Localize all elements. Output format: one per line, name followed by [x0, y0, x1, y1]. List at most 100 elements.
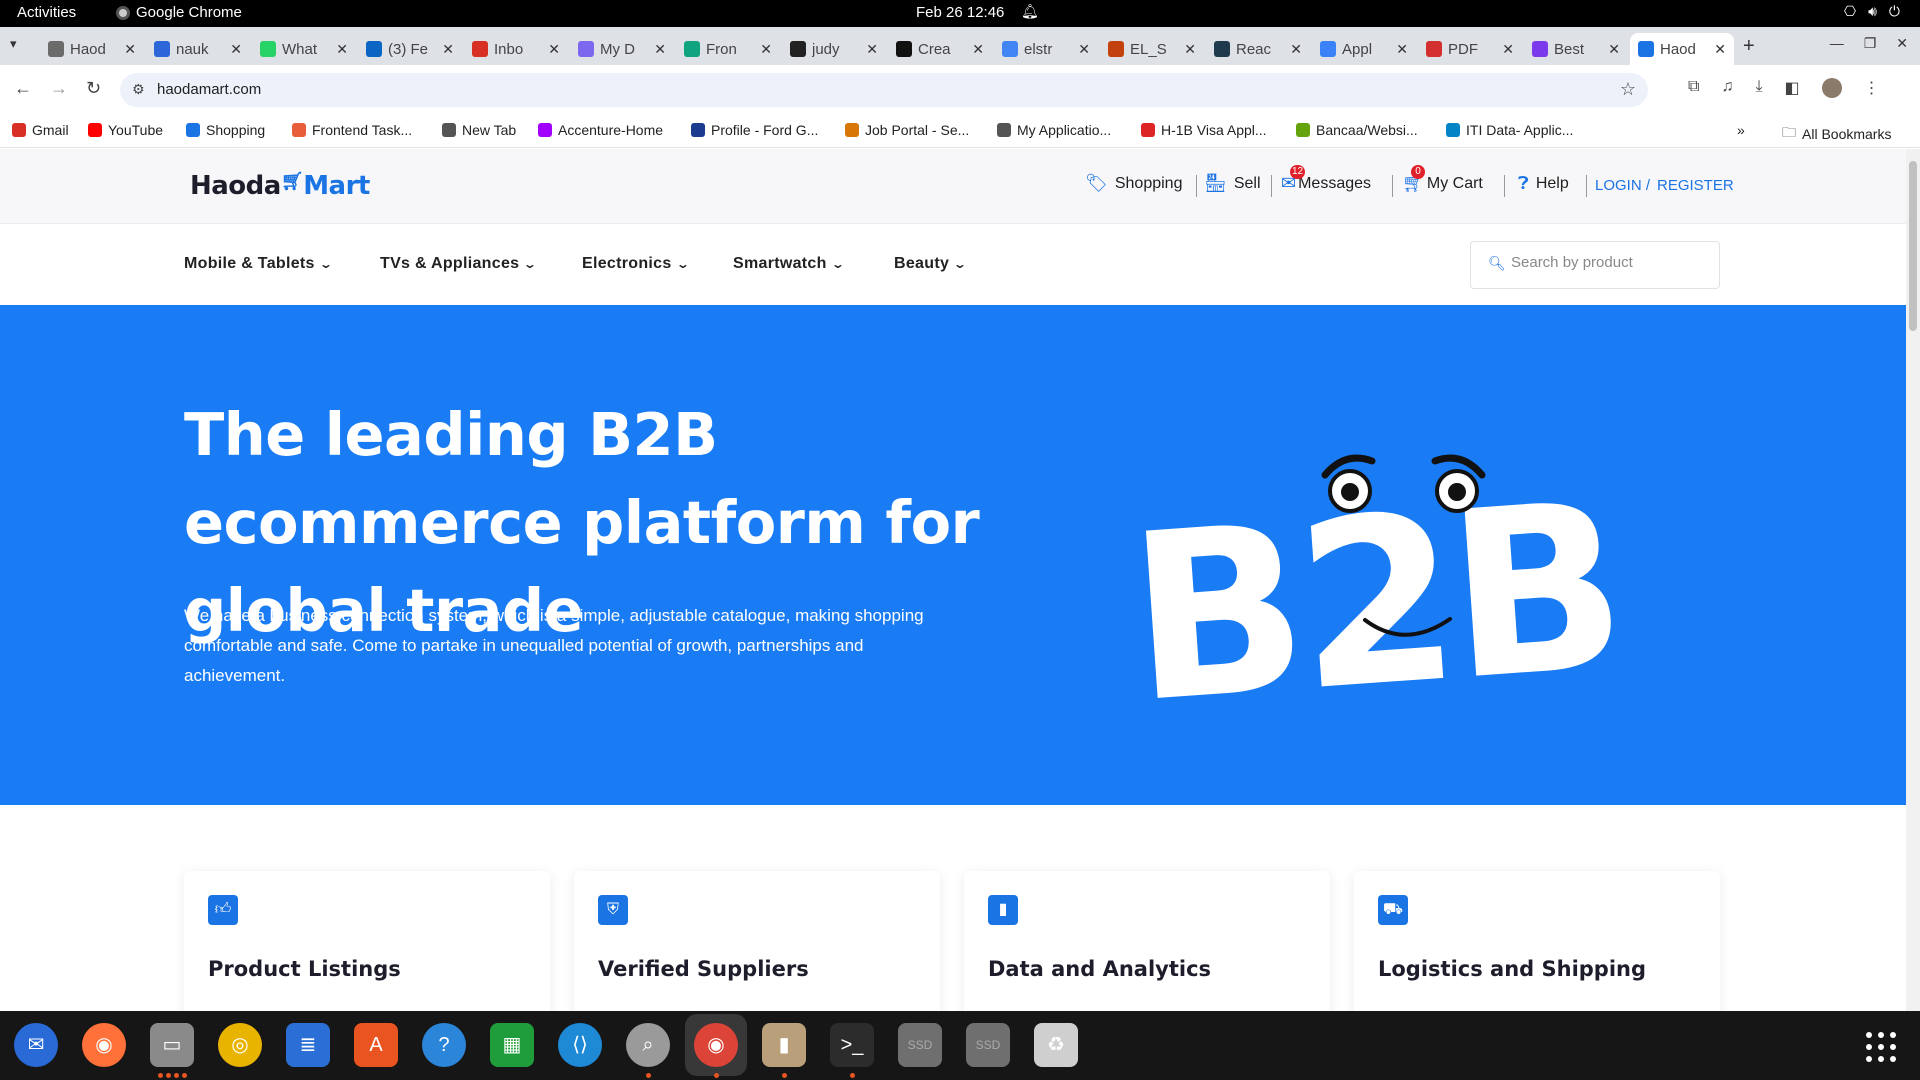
address-bar[interactable]: ⚙ haodamart.com ☆ [120, 73, 1648, 107]
minimize-icon[interactable]: — [1830, 35, 1844, 52]
bookmark-item[interactable]: New Tab [442, 122, 516, 138]
browser-tab[interactable]: Reac ✕ [1206, 33, 1310, 65]
nav-messages[interactable]: ✉ 12 Messages [1281, 165, 1371, 194]
ssd-drive-2[interactable]: SSD [966, 1023, 1010, 1067]
close-tab-icon[interactable]: ✕ [1714, 41, 1726, 58]
category-menu-item[interactable]: Smartwatch ⌄ [733, 255, 845, 273]
bookmark-item[interactable]: Bancaa/Websi... [1296, 122, 1418, 138]
close-tab-icon[interactable]: ✕ [654, 41, 666, 58]
feature-card[interactable]: ⛟ Logistics and Shipping [1354, 871, 1720, 1011]
thunderbird-app[interactable]: ✉ [14, 1023, 58, 1067]
search-input[interactable] [1511, 254, 1711, 271]
bookmark-item[interactable]: Job Portal - Se... [845, 122, 969, 138]
extensions-icon[interactable]: ⧉ [1688, 78, 1699, 98]
page-scrollbar[interactable] [1906, 149, 1920, 1011]
terminal-app[interactable]: >_ [830, 1023, 874, 1067]
writer-app[interactable]: ≣ [286, 1023, 330, 1067]
maximize-icon[interactable]: ❐ [1864, 35, 1877, 52]
register-link[interactable]: REGISTER [1657, 177, 1734, 194]
firefox-app[interactable]: ◉ [82, 1023, 126, 1067]
category-menu-item[interactable]: Beauty ⌄ [894, 255, 967, 273]
nav-help[interactable]: ❓︎ Help [1518, 173, 1569, 194]
all-bookmarks-folder[interactable]: 🗀 All Bookmarks [1782, 122, 1891, 146]
feature-card[interactable]: ⛨ Verified Suppliers [574, 871, 940, 1011]
app-menu[interactable]: Google Chrome [116, 4, 242, 21]
new-tab-button[interactable]: + [1743, 35, 1755, 58]
calc-app[interactable]: ▦ [490, 1023, 534, 1067]
browser-tab[interactable]: elstr ✕ [994, 33, 1098, 65]
haodamart-logo[interactable]: Haoda🛒︎Mart [190, 171, 370, 201]
close-tab-icon[interactable]: ✕ [1608, 41, 1620, 58]
bookmark-item[interactable]: ITI Data- Applic... [1446, 122, 1573, 138]
login-link[interactable]: LOGIN / [1595, 177, 1650, 194]
nav-shopping[interactable]: 🏷︎ Shopping [1085, 173, 1182, 194]
chrome-app[interactable]: ◉ [685, 1014, 747, 1076]
help-app[interactable]: ? [422, 1023, 466, 1067]
tab-search-chevron-icon[interactable]: ▾ [10, 36, 17, 52]
bookmark-item[interactable]: Shopping [186, 122, 265, 138]
browser-tab[interactable]: Crea ✕ [888, 33, 992, 65]
power-icon[interactable]: ⏻ [1889, 3, 1900, 20]
bookmark-star-icon[interactable]: ☆ [1620, 79, 1636, 100]
app-center-app[interactable]: A [354, 1023, 398, 1067]
browser-tab[interactable]: Haod ✕ [1630, 33, 1734, 65]
back-icon[interactable]: ← [14, 78, 32, 99]
browser-tab[interactable]: EL_S ✕ [1100, 33, 1204, 65]
show-apps-grid-icon[interactable] [1866, 1032, 1896, 1062]
downloads-icon[interactable]: ⤓ [1755, 78, 1762, 98]
close-tab-icon[interactable]: ✕ [1396, 41, 1408, 58]
close-tab-icon[interactable]: ✕ [760, 41, 772, 58]
bookmark-item[interactable]: YouTube [88, 122, 163, 138]
product-search[interactable]: 🔍︎ [1470, 241, 1720, 289]
forward-icon[interactable]: → [50, 78, 68, 99]
browser-tab[interactable]: Best ✕ [1524, 33, 1628, 65]
close-tab-icon[interactable]: ✕ [972, 41, 984, 58]
browser-tab[interactable]: (3) Fe ✕ [358, 33, 462, 65]
bookmark-item[interactable]: H-1B Visa Appl... [1141, 122, 1267, 138]
bookmarks-overflow-chevron-icon[interactable]: » [1737, 122, 1745, 138]
site-info-icon[interactable]: ⚙ [132, 81, 145, 98]
volume-icon[interactable]: 🔊︎ [1868, 3, 1877, 20]
close-tab-icon[interactable]: ✕ [548, 41, 560, 58]
vscode-app[interactable]: ⟨⟩ [558, 1023, 602, 1067]
close-tab-icon[interactable]: ✕ [866, 41, 878, 58]
rhythmbox-app[interactable]: ◎ [218, 1023, 262, 1067]
browser-tab[interactable]: PDF ✕ [1418, 33, 1522, 65]
nav-sell[interactable]: 🏪︎ Sell [1204, 173, 1261, 194]
browser-tab[interactable]: What ✕ [252, 33, 356, 65]
media-control-icon[interactable]: ♫ [1721, 78, 1733, 98]
profile-avatar[interactable] [1821, 78, 1842, 98]
bookmark-item[interactable]: Accenture-Home [538, 122, 663, 138]
close-tab-icon[interactable]: ✕ [1078, 41, 1090, 58]
browser-tab[interactable]: My D ✕ [570, 33, 674, 65]
system-tray[interactable]: ⎔ 🔊︎ ⏻ [1844, 3, 1900, 20]
browser-tab[interactable]: Haod ✕ [40, 33, 144, 65]
close-tab-icon[interactable]: ✕ [124, 41, 136, 58]
clock[interactable]: Feb 26 12:46 [916, 4, 1004, 21]
network-icon[interactable]: ⎔ [1844, 3, 1856, 20]
scrollbar-thumb[interactable] [1909, 161, 1917, 331]
browser-tab[interactable]: Fron ✕ [676, 33, 780, 65]
bookmark-item[interactable]: My Applicatio... [997, 122, 1111, 138]
ssd-drive-1[interactable]: SSD [898, 1023, 942, 1067]
browser-tab[interactable]: judy ✕ [782, 33, 886, 65]
browser-tab[interactable]: nauk ✕ [146, 33, 250, 65]
image-viewer-app[interactable]: ⌕ [626, 1023, 670, 1067]
reload-icon[interactable]: ↻ [86, 78, 101, 99]
archive-app[interactable]: ▮ [762, 1023, 806, 1067]
close-tab-icon[interactable]: ✕ [336, 41, 348, 58]
files-app[interactable]: ▭ [150, 1023, 194, 1067]
bookmark-item[interactable]: Profile - Ford G... [691, 122, 818, 138]
browser-tab[interactable]: Inbo ✕ [464, 33, 568, 65]
close-tab-icon[interactable]: ✕ [1502, 41, 1514, 58]
side-panel-icon[interactable]: ◧ [1785, 78, 1800, 98]
bookmark-item[interactable]: Frontend Task... [292, 122, 412, 138]
close-tab-icon[interactable]: ✕ [1184, 41, 1196, 58]
feature-card[interactable]: ▮ Data and Analytics [964, 871, 1330, 1011]
feature-card[interactable]: 👍︎ Product Listings [184, 871, 550, 1011]
chrome-menu-icon[interactable]: ⋮ [1864, 78, 1880, 98]
close-tab-icon[interactable]: ✕ [1290, 41, 1302, 58]
browser-tab[interactable]: Appl ✕ [1312, 33, 1416, 65]
category-menu-item[interactable]: Electronics ⌄ [582, 255, 690, 273]
nav-cart[interactable]: 🛒︎ 0 My Cart [1402, 165, 1483, 194]
